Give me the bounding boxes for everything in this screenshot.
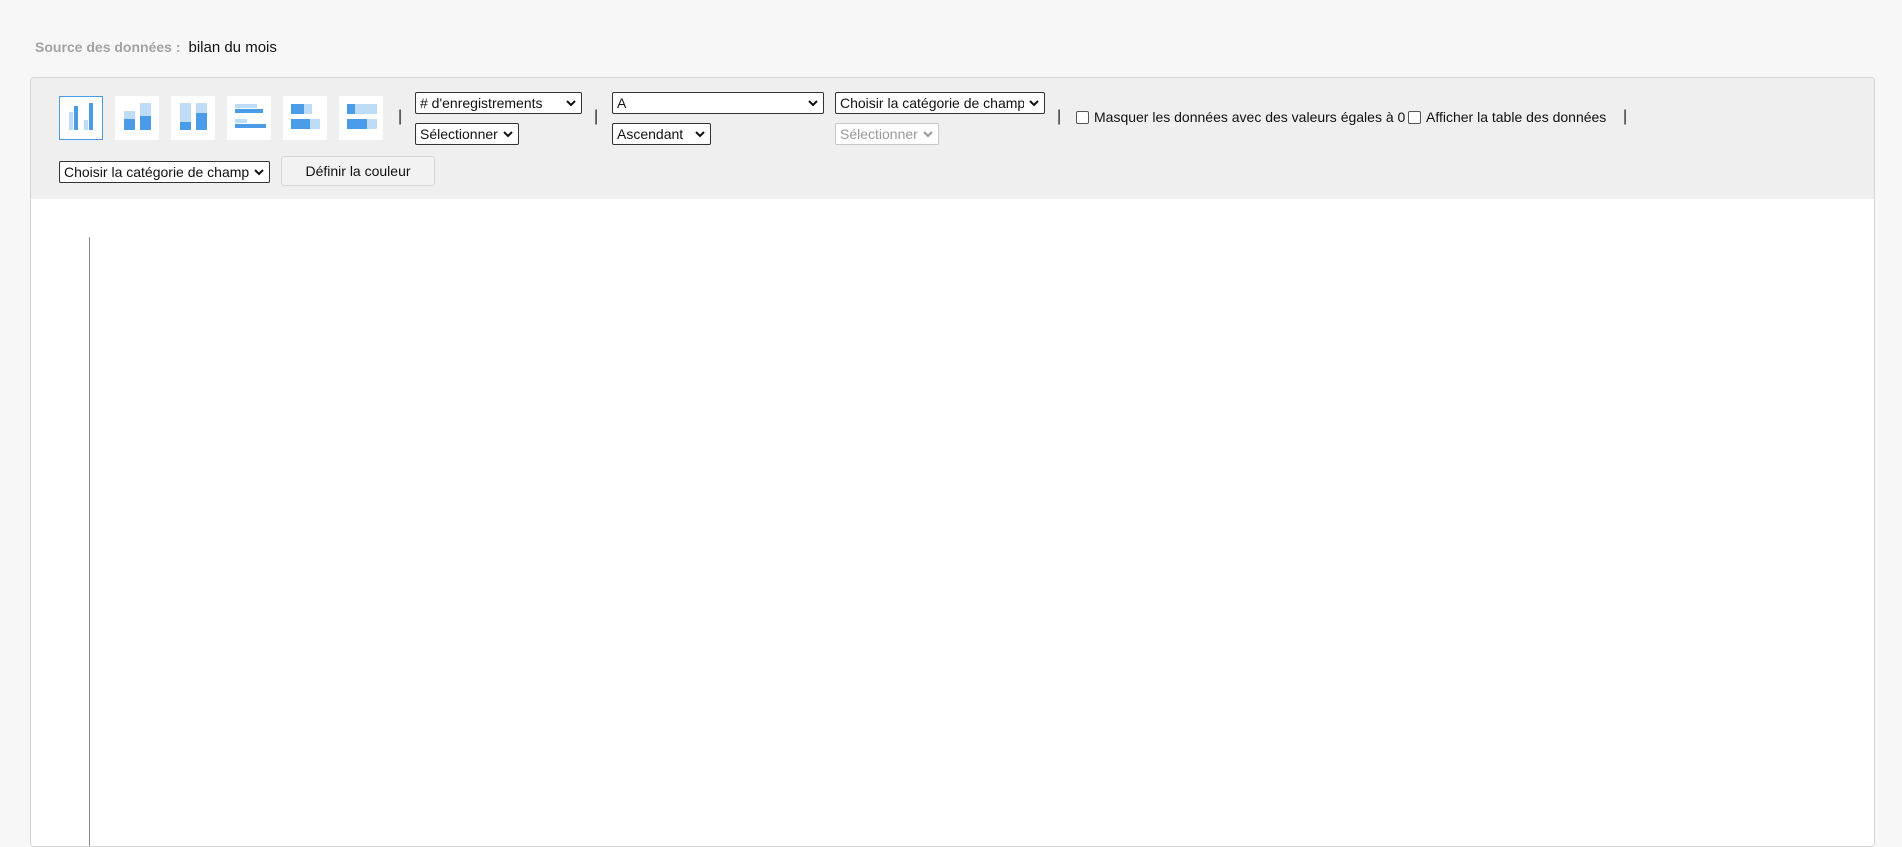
chart-area	[31, 199, 1874, 846]
group-by-select[interactable]: A	[612, 92, 824, 114]
group-by-select-value: A	[617, 95, 627, 111]
chevron-down-icon	[254, 169, 264, 176]
percent-horizontal-bars-icon	[347, 104, 377, 129]
grouped-vertical-bars-icon	[69, 103, 93, 130]
stacked-horizontal-bars-icon	[291, 104, 320, 129]
data-source-label: Source des données :	[35, 39, 181, 55]
measure-select-value: # d'enregistrements	[420, 95, 543, 111]
measure-field-select-value: Sélectionner	[420, 126, 498, 142]
hide-zero-label: Masquer les données avec des valeurs éga…	[1094, 109, 1406, 125]
data-source-value: bilan du mois	[188, 38, 277, 56]
sort-order-select[interactable]: Ascendant	[612, 123, 711, 145]
chevron-down-icon	[808, 100, 818, 107]
chart-panel: | # d'enregistrements Sélectionner | A A…	[30, 77, 1875, 847]
chevron-down-icon	[503, 131, 513, 138]
data-source-row: Source des données : bilan du mois	[35, 37, 277, 57]
show-table-option[interactable]: Afficher la table des données	[1408, 107, 1606, 127]
chevron-down-icon	[566, 100, 576, 107]
chart-type-percent-vertical-bars[interactable]	[171, 96, 215, 140]
toolbar-separator: |	[398, 108, 403, 125]
chart-type-stacked-horizontal-bars[interactable]	[283, 96, 327, 140]
toolbar-separator: |	[1057, 108, 1062, 125]
chart-toolbar: | # d'enregistrements Sélectionner | A A…	[31, 78, 1874, 199]
show-table-label: Afficher la table des données	[1426, 109, 1607, 125]
hide-zero-option[interactable]: Masquer les données avec des valeurs éga…	[1076, 107, 1405, 127]
measure-select[interactable]: # d'enregistrements	[415, 92, 582, 114]
measure-field-select[interactable]: Sélectionner	[415, 123, 519, 145]
chart-type-grouped-vertical-bars[interactable]	[59, 96, 103, 140]
grouped-horizontal-bars-icon	[235, 104, 266, 128]
hide-zero-checkbox[interactable]	[1076, 110, 1089, 124]
color-category-select-value: Choisir la catégorie de champ	[64, 164, 249, 180]
stacked-vertical-bars-icon	[124, 103, 151, 130]
category-field-select-value: Sélectionner	[840, 126, 918, 142]
chart-type-stacked-vertical-bars[interactable]	[115, 96, 159, 140]
chevron-down-icon	[1029, 100, 1039, 107]
sort-order-select-value: Ascendant	[617, 126, 684, 142]
show-table-checkbox[interactable]	[1408, 110, 1421, 124]
toolbar-separator: |	[1623, 108, 1628, 125]
chart-y-axis	[89, 237, 90, 846]
chart-type-grouped-horizontal-bars[interactable]	[227, 96, 271, 140]
category-select[interactable]: Choisir la catégorie de champ	[835, 92, 1045, 114]
chevron-down-icon	[695, 131, 705, 138]
category-select-value: Choisir la catégorie de champ	[840, 95, 1024, 111]
category-field-select[interactable]: Sélectionner	[835, 123, 939, 145]
percent-vertical-bars-icon	[180, 103, 207, 130]
chevron-down-icon	[923, 131, 933, 138]
chart-type-percent-horizontal-bars[interactable]	[339, 96, 383, 140]
set-color-button[interactable]: Définir la couleur	[281, 156, 435, 186]
color-category-select[interactable]: Choisir la catégorie de champ	[59, 161, 270, 183]
toolbar-separator: |	[594, 108, 599, 125]
